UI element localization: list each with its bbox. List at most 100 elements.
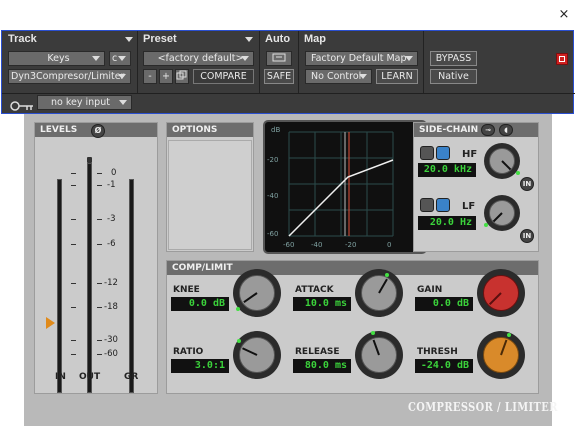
copy-icon[interactable] (175, 69, 189, 84)
key-listen-icon[interactable]: ⊸ (481, 124, 495, 136)
lf-label: LF (462, 201, 476, 212)
map-section: Map Factory Default Map No Control LEARN (299, 31, 421, 115)
tick (71, 173, 76, 174)
tick (71, 244, 76, 245)
hf-knob[interactable] (484, 143, 520, 179)
scale-1: -1 (107, 180, 116, 190)
native-indicator: Native (430, 69, 477, 84)
plugin-window: × Track Keys c Dyn3Compresor/Limiter Pre… (0, 0, 578, 426)
key-input-selector[interactable]: no key input (37, 95, 132, 110)
x-tick-0: 0 (387, 241, 391, 249)
preset-selector[interactable]: <factory default> (143, 51, 254, 66)
automation-icon[interactable] (266, 51, 292, 66)
x-tick-20: -20 (345, 241, 356, 249)
knee-label: KNEE (173, 285, 200, 295)
thresh-value[interactable]: -24.0 dB (415, 359, 473, 373)
control-selector[interactable]: No Control (305, 69, 372, 84)
gain-value[interactable]: 0.0 dB (415, 297, 473, 311)
x-tick-60: -60 (283, 241, 294, 249)
lf-in-button[interactable]: IN (520, 229, 534, 243)
scale-12: -12 (104, 278, 118, 288)
learn-button[interactable]: LEARN (376, 69, 418, 84)
map-title: Map (304, 33, 326, 45)
track-selector[interactable]: Keys (8, 51, 105, 66)
map-selector[interactable]: Factory Default Map (305, 51, 418, 66)
attack-knob[interactable] (355, 269, 403, 317)
safe-button[interactable]: SAFE (264, 69, 294, 84)
hf-label: HF (462, 149, 478, 160)
close-icon[interactable]: × (555, 6, 573, 24)
threshold-marker-icon[interactable] (46, 317, 55, 329)
tick (97, 219, 102, 220)
track-chevron-icon[interactable] (125, 37, 133, 42)
tick (71, 219, 76, 220)
knee-knob[interactable] (233, 269, 281, 317)
meter-out (87, 163, 92, 393)
knee-value[interactable]: 0.0 dB (171, 297, 229, 311)
preset-prev-button[interactable]: - (143, 69, 157, 84)
scale-6: -6 (107, 239, 116, 249)
preset-chevron-icon[interactable] (245, 37, 253, 42)
tick (97, 244, 102, 245)
divider (2, 93, 575, 94)
attack-label: ATTACK (295, 285, 334, 295)
compare-button[interactable]: COMPARE (193, 69, 254, 84)
scale-0: 0 (111, 168, 117, 178)
graph-svg: dB -20 -40 -60 -60 -40 -20 0 (267, 126, 394, 249)
hf-in-button[interactable]: IN (520, 177, 534, 191)
hf-shelf-icon[interactable] (420, 146, 434, 160)
ratio-value[interactable]: 3.0:1 (171, 359, 229, 373)
options-panel: OPTIONS (166, 122, 254, 252)
hf-enable-icon[interactable] (436, 146, 450, 160)
lf-enable-icon[interactable] (436, 198, 450, 212)
hf-value[interactable]: 20.0 kHz (418, 163, 476, 177)
options-area (168, 140, 252, 250)
clip-indicator (87, 157, 92, 163)
preset-title: Preset (143, 33, 177, 45)
tick (97, 185, 102, 186)
channel-name: c (112, 53, 118, 64)
meter-out-label: OUT (79, 372, 101, 382)
tick (71, 185, 76, 186)
scale-60: -60 (104, 349, 118, 359)
thresh-label: THRESH (417, 347, 458, 357)
y-tick-60: -60 (267, 230, 278, 238)
tick (71, 283, 76, 284)
y-tick-20: -20 (267, 156, 278, 164)
bypass-button[interactable]: BYPASS (430, 51, 477, 66)
release-knob[interactable] (355, 331, 403, 379)
plugin-body: LEVELS Ø 0 -1 -3 -6 -12 -18 -30 -60 IN O… (24, 114, 557, 426)
transfer-graph: dB -20 -40 -60 -60 -40 -20 0 (263, 120, 427, 254)
attack-value[interactable]: 10.0 ms (293, 297, 351, 311)
tick (71, 354, 76, 355)
complimit-panel: COMP/LIMIT KNEE 0.0 dB ATTACK 10.0 ms GA… (166, 260, 539, 394)
plugin-selector[interactable]: Dyn3Compresor/Limiter (8, 69, 131, 84)
brand-logo: COMPRESSOR / LIMITER (408, 400, 558, 414)
lf-knob[interactable] (484, 195, 520, 231)
tick (71, 307, 76, 308)
ratio-label: RATIO (173, 347, 204, 357)
meter-in (57, 179, 62, 393)
ratio-knob[interactable] (233, 331, 281, 379)
channel-selector[interactable]: c (109, 51, 131, 66)
scale-18: -18 (104, 302, 118, 312)
tick (97, 307, 102, 308)
bypass-led-icon[interactable] (556, 53, 568, 65)
levels-panel: LEVELS Ø 0 -1 -3 -6 -12 -18 -30 -60 IN O… (34, 122, 158, 394)
release-value[interactable]: 80.0 ms (293, 359, 351, 373)
gain-knob[interactable] (477, 269, 525, 317)
sidechain-listen-icon[interactable]: ◖ (499, 124, 513, 136)
tick (71, 340, 76, 341)
meter-gr (129, 179, 134, 393)
preset-next-button[interactable]: + (159, 69, 173, 84)
lf-value[interactable]: 20.0 Hz (418, 216, 476, 230)
scale-30: -30 (104, 335, 118, 345)
tick (97, 340, 102, 341)
thresh-knob[interactable] (477, 331, 525, 379)
complimit-title: COMP/LIMIT (167, 261, 538, 275)
sidechain-panel: SIDE-CHAIN ⊸ ◖ HF 20.0 kHz IN LF 20.0 Hz (413, 122, 539, 252)
key-input-name: no key input (51, 97, 110, 108)
lf-shelf-icon[interactable] (420, 198, 434, 212)
map-name: Factory Default Map (311, 53, 407, 64)
phase-invert-button[interactable]: Ø (91, 124, 105, 138)
